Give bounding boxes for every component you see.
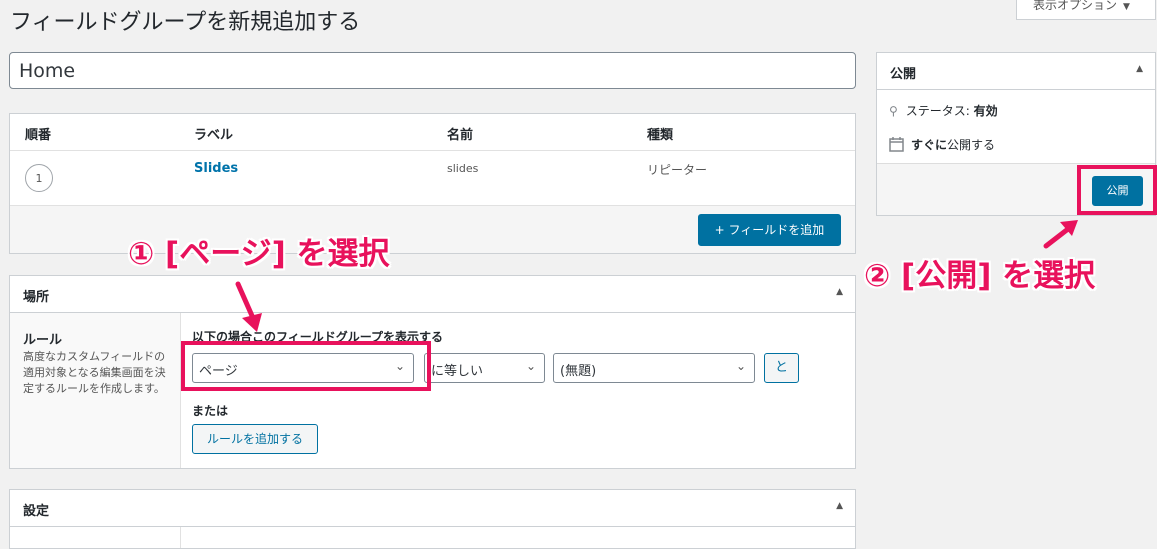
- arrow-step1: [235, 281, 262, 332]
- annotation-arrows: [235, 220, 1078, 332]
- arrow-step2: [1043, 220, 1078, 249]
